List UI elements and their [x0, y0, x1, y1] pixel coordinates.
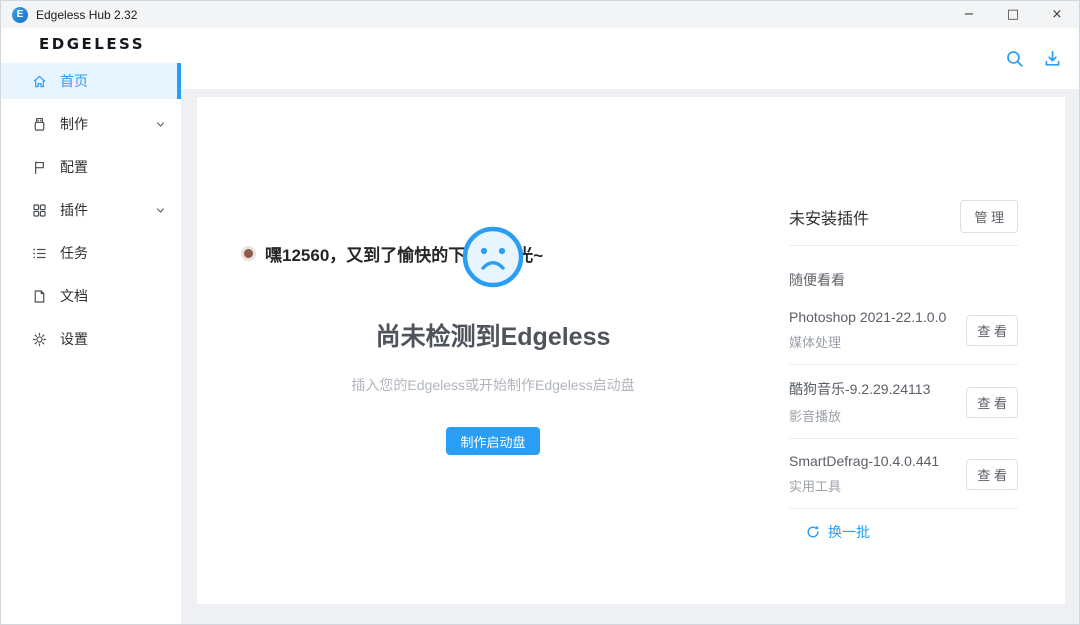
sidebar-item-label: 任务 [60, 243, 88, 263]
plugin-category: 实用工具 [789, 476, 939, 495]
sidebar-item-config[interactable]: 配置 [1, 149, 181, 185]
main-card: 嘿12560，又到了愉快的下午茶时光~ 尚未检测到Edgeless 插入您的Ed… [197, 97, 1065, 604]
plugin-info: Photoshop 2021-22.1.0.0 媒体处理 [789, 309, 946, 351]
plugin-list-item: 酷狗音乐-9.2.29.24113 影音播放 查 看 [789, 365, 1018, 439]
browse-section-label: 随便看看 [789, 270, 1018, 290]
window-controls: − □ × [947, 1, 1079, 28]
refresh-label: 换一批 [828, 522, 870, 542]
sidebar-item-docs[interactable]: 文档 [1, 278, 181, 314]
sidebar-item-plugins[interactable]: 插件 [1, 192, 181, 228]
sad-face-icon [461, 225, 525, 289]
sidebar-item-label: 首页 [60, 71, 88, 91]
sidebar-item-label: 制作 [60, 114, 88, 134]
plugin-list-item: Photoshop 2021-22.1.0.0 媒体处理 查 看 [789, 295, 1018, 365]
plugin-category: 媒体处理 [789, 332, 946, 351]
plugin-info: 酷狗音乐-9.2.29.24113 影音播放 [789, 379, 930, 425]
close-icon[interactable]: × [1035, 1, 1079, 28]
sidebar-item-settings[interactable]: 设置 [1, 321, 181, 357]
plugin-name: Photoshop 2021-22.1.0.0 [789, 309, 946, 325]
task-list-icon [31, 245, 48, 262]
download-icon[interactable] [1040, 46, 1065, 71]
plugin-info: SmartDefrag-10.4.0.441 实用工具 [789, 453, 939, 495]
plugins-panel: 未安装插件 管 理 随便看看 Photoshop 2021-22.1.0.0 媒… [789, 200, 1018, 542]
chevron-down-icon [154, 204, 167, 217]
flag-icon [31, 159, 48, 176]
minimize-icon[interactable]: − [947, 1, 991, 28]
plugin-grid-icon [31, 202, 48, 219]
divider [789, 245, 1018, 246]
titlebar-left: E Edgeless Hub 2.32 [1, 7, 137, 23]
sidebar-item-label: 文档 [60, 286, 88, 306]
plugins-panel-title: 未安装插件 [789, 205, 869, 229]
plugin-category: 影音播放 [789, 406, 930, 425]
sidebar-item-label: 配置 [60, 157, 88, 177]
refresh-icon [805, 524, 821, 540]
view-button[interactable]: 查 看 [966, 459, 1018, 490]
header-actions [1002, 46, 1065, 71]
document-icon [31, 288, 48, 305]
edgeless-logo: EDGELESS [39, 35, 145, 53]
sidebar-item-label: 插件 [60, 200, 88, 220]
search-icon[interactable] [1002, 46, 1027, 71]
sidebar-item-label: 设置 [60, 329, 88, 349]
usb-drive-icon [31, 116, 48, 133]
settings-gear-icon [31, 331, 48, 348]
maximize-icon[interactable]: □ [991, 1, 1035, 28]
empty-state-title: 尚未检测到Edgeless [197, 317, 789, 353]
empty-state: 尚未检测到Edgeless 插入您的Edgeless或开始制作Edgeless启… [197, 97, 789, 604]
plugin-name: 酷狗音乐-9.2.29.24113 [789, 379, 930, 399]
manage-button[interactable]: 管 理 [960, 200, 1018, 233]
plugins-panel-header: 未安装插件 管 理 [789, 200, 1018, 233]
make-boot-disk-button[interactable]: 制作启动盘 [446, 427, 540, 455]
sidebar-item-tasks[interactable]: 任务 [1, 235, 181, 271]
plugin-list-item: SmartDefrag-10.4.0.441 实用工具 查 看 [789, 439, 1018, 509]
sidebar-item-home[interactable]: 首页 [1, 63, 181, 99]
refresh-batch-link[interactable]: 换一批 [789, 522, 870, 542]
plugin-name: SmartDefrag-10.4.0.441 [789, 453, 939, 469]
view-button[interactable]: 查 看 [966, 387, 1018, 418]
app-window: E Edgeless Hub 2.32 − □ × EDGELESS [0, 0, 1080, 625]
titlebar: E Edgeless Hub 2.32 − □ × [1, 1, 1079, 28]
home-icon [31, 73, 48, 90]
sidebar-item-make[interactable]: 制作 [1, 106, 181, 142]
empty-state-subtitle: 插入您的Edgeless或开始制作Edgeless启动盘 [197, 375, 789, 395]
window-title: Edgeless Hub 2.32 [36, 8, 137, 22]
sidebar: 首页 制作 配置 [1, 63, 181, 364]
app-logo-icon: E [12, 7, 28, 23]
chevron-down-icon [154, 118, 167, 131]
view-button[interactable]: 查 看 [966, 315, 1018, 346]
